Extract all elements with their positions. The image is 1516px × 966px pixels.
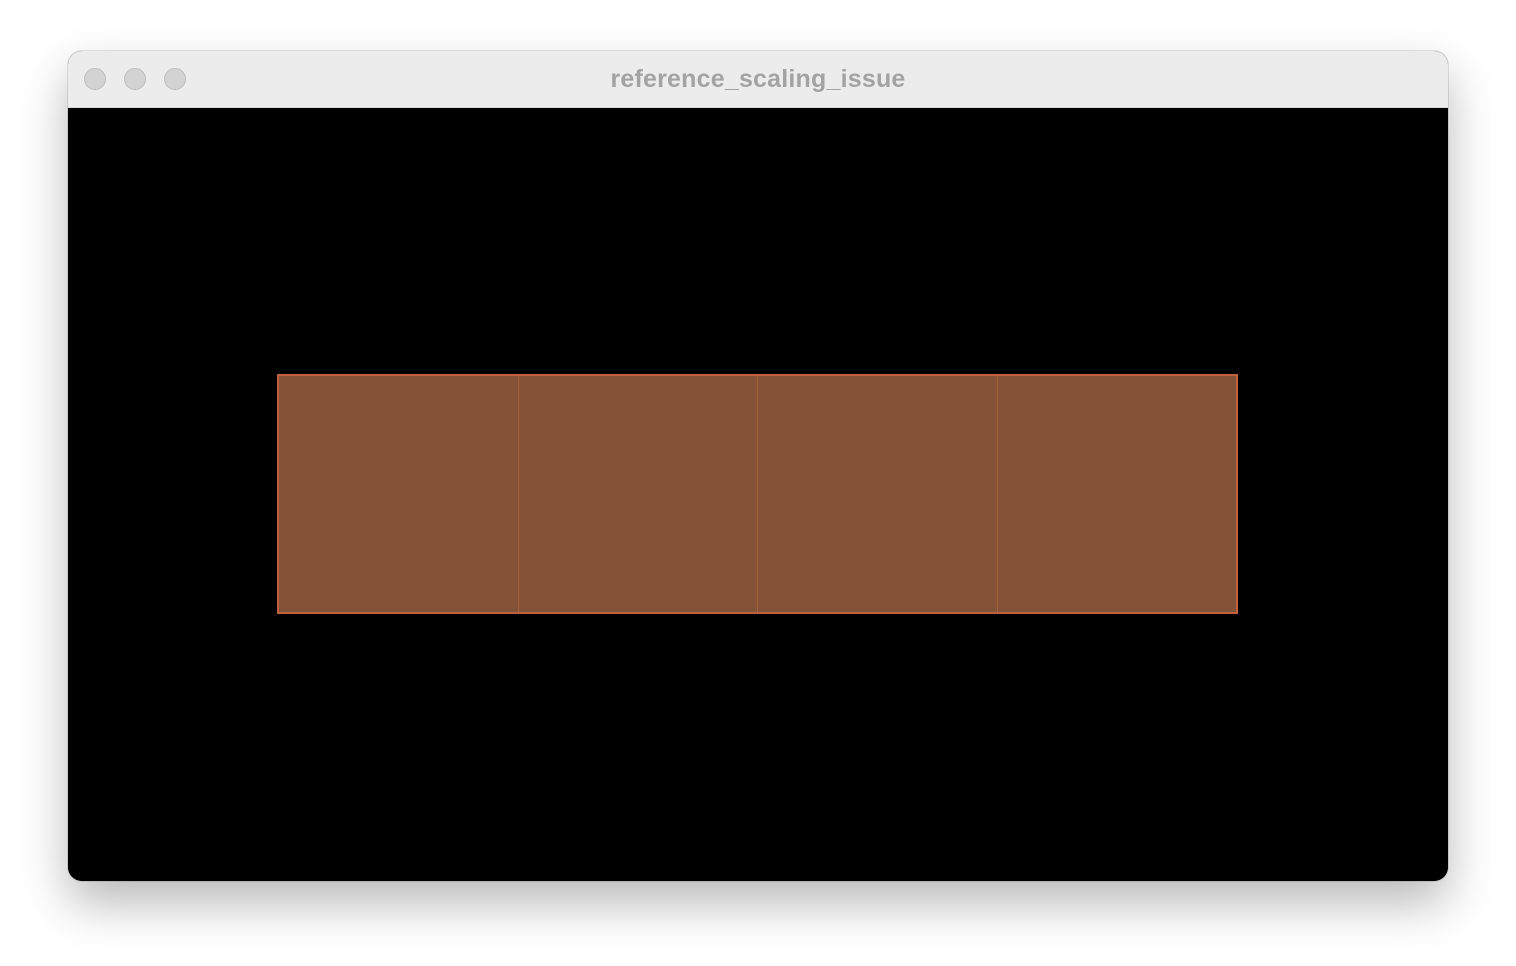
tile-1 (279, 376, 518, 612)
window-title: reference_scaling_issue (610, 65, 906, 93)
render-canvas[interactable] (68, 108, 1448, 881)
tile-2 (517, 376, 757, 612)
tile-strip (277, 374, 1238, 614)
tile-4 (996, 376, 1236, 612)
app-window: reference_scaling_issue (68, 51, 1448, 881)
title-bar[interactable]: reference_scaling_issue (68, 51, 1448, 108)
tile-3 (757, 376, 997, 612)
